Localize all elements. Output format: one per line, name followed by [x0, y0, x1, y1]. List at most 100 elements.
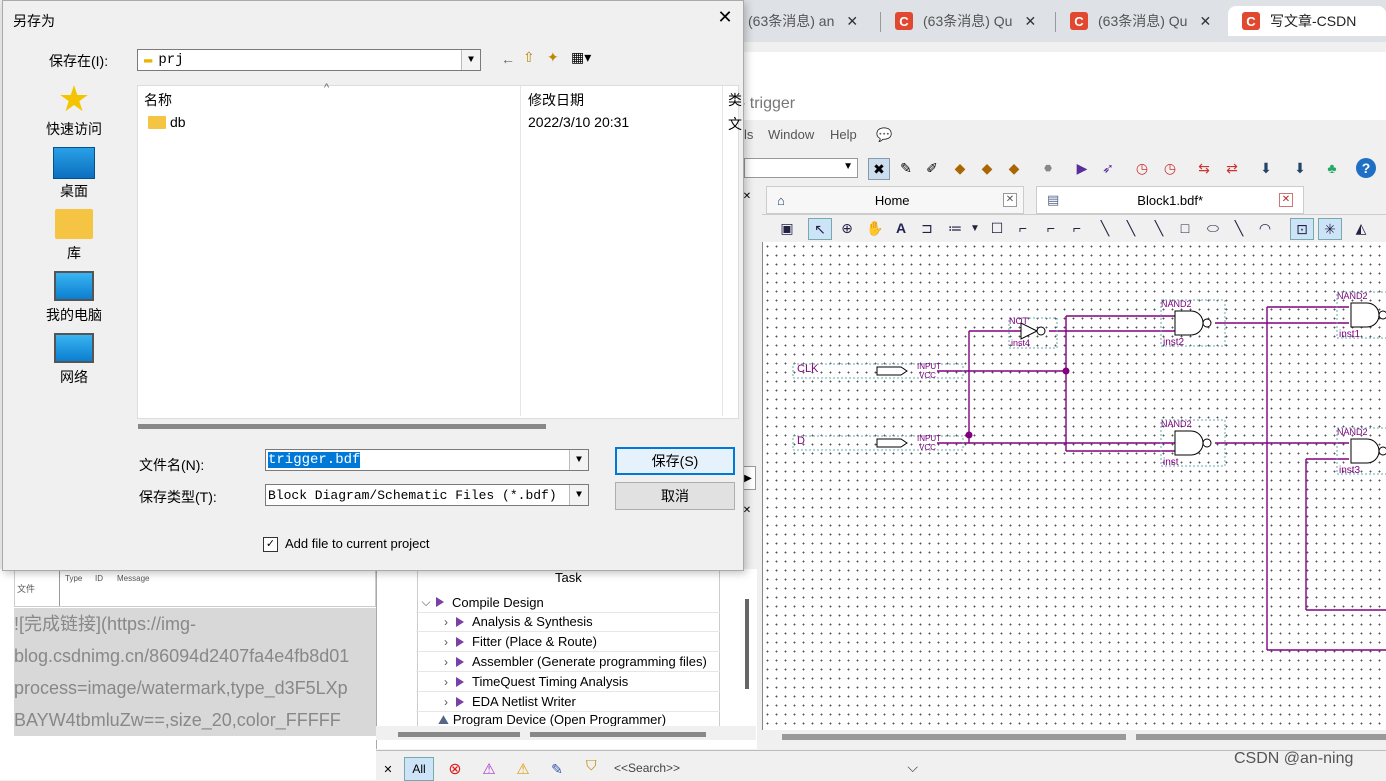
task-fitter[interactable]: › Fitter (Place & Route): [416, 632, 720, 652]
orthogonal-bus-icon[interactable]: ⌐: [1040, 218, 1062, 238]
chevron-down-icon[interactable]: ▼: [964, 218, 986, 238]
menu-window[interactable]: Window: [768, 127, 814, 142]
flip-horizontal-icon[interactable]: ◭: [1350, 218, 1372, 238]
assignment-editor-icon[interactable]: ✎: [896, 158, 916, 178]
stop-icon[interactable]: ⬣: [1038, 158, 1058, 178]
cancel-button[interactable]: 取消: [615, 482, 735, 510]
filetype-dropdown[interactable]: Block Diagram/Schematic Files (*.bdf) ▼: [265, 484, 589, 506]
chevron-right-icon[interactable]: ›: [436, 615, 456, 629]
help-icon[interactable]: ?: [1356, 158, 1376, 178]
menu-help[interactable]: Help: [830, 127, 857, 142]
programmer-icon[interactable]: ⬇: [1256, 158, 1276, 178]
chip-planner-icon[interactable]: ⇆: [1194, 158, 1214, 178]
chevron-down-icon[interactable]: ⌵: [907, 759, 918, 776]
column-name[interactable]: 名称: [144, 90, 172, 110]
vscroll-thumb[interactable]: [745, 599, 749, 689]
line-tool-icon[interactable]: ╲: [1228, 218, 1250, 238]
chevron-down-icon[interactable]: ⌵: [416, 595, 436, 610]
fitter-chip-icon[interactable]: ◆: [1004, 158, 1024, 178]
close-icon[interactable]: ✕: [1003, 193, 1017, 207]
search-input[interactable]: <<Search>> ⌵: [608, 757, 924, 779]
detach-window-icon[interactable]: ▣: [776, 218, 798, 238]
add-to-project-checkbox[interactable]: ✓: [263, 537, 278, 552]
rubberbanding-icon[interactable]: ✳: [1318, 218, 1342, 240]
scroll-thumb[interactable]: [1136, 734, 1386, 740]
add-to-project-label[interactable]: Add file to current project: [285, 536, 430, 551]
save-in-dropdown[interactable]: ▬ prj ▼: [137, 49, 481, 71]
suppress-icon[interactable]: ✎: [544, 757, 570, 781]
browser-tab[interactable]: (63条消息) an ✕: [748, 6, 858, 36]
close-icon[interactable]: ✕: [1024, 13, 1036, 30]
analysis-chip-icon[interactable]: ◆: [977, 158, 997, 178]
design-space-icon[interactable]: ♣: [1322, 158, 1342, 178]
scroll-thumb[interactable]: [530, 732, 706, 737]
diagonal-bus-icon[interactable]: ╲: [1120, 218, 1142, 238]
filter-funnel-icon[interactable]: ⛉: [586, 757, 597, 774]
task-compile-design[interactable]: ⌵ Compile Design: [416, 592, 720, 613]
timequest-icon[interactable]: ◷: [1160, 158, 1180, 178]
place-quick-access[interactable]: ★ 快速访问: [19, 79, 129, 139]
block-tool-icon[interactable]: ☐: [986, 218, 1008, 238]
compile-chip-icon[interactable]: ◆: [950, 158, 970, 178]
up-folder-icon[interactable]: ⇧: [523, 49, 535, 66]
close-icon[interactable]: ✕: [379, 757, 397, 781]
task-program-device[interactable]: ⛰ Program Device (Open Programmer): [438, 712, 720, 726]
chevron-right-icon[interactable]: ›: [436, 655, 456, 669]
filter-all-button[interactable]: All: [404, 757, 434, 781]
scroll-thumb[interactable]: [398, 732, 520, 737]
scroll-thumb[interactable]: [782, 734, 1126, 740]
list-item[interactable]: db 2022/3/10 20:31 文: [138, 112, 742, 134]
arc-tool-icon[interactable]: ◠: [1254, 218, 1276, 238]
chevron-down-icon[interactable]: ▼: [569, 450, 588, 470]
settings-wand-icon[interactable]: ✐: [922, 158, 942, 178]
menu-tools[interactable]: ls: [744, 127, 753, 142]
start-analysis-icon[interactable]: ➶: [1098, 158, 1118, 178]
chevron-right-icon[interactable]: ›: [436, 635, 456, 649]
conduit-tool-icon[interactable]: ⌐: [1066, 218, 1088, 238]
task-timequest[interactable]: › TimeQuest Timing Analysis: [416, 672, 720, 692]
place-library[interactable]: 库: [19, 209, 129, 263]
close-icon[interactable]: ✕: [1279, 193, 1293, 207]
text-tool-icon[interactable]: A: [890, 218, 912, 238]
warning-filter-icon[interactable]: ⚠: [510, 757, 536, 781]
partial-line-select-icon[interactable]: ⊡: [1290, 218, 1314, 240]
chevron-right-icon[interactable]: ›: [436, 695, 456, 709]
new-folder-icon[interactable]: ✦: [547, 49, 559, 66]
view-menu-icon[interactable]: ▦▾: [571, 49, 591, 66]
close-icon[interactable]: ✕: [1199, 13, 1211, 30]
markdown-editor-text[interactable]: ![完成链接](https://img- blog.csdnimg.cn/860…: [14, 608, 376, 736]
column-type[interactable]: 类: [728, 90, 742, 110]
symbol-tool-icon[interactable]: ⊐: [916, 218, 938, 238]
zoom-tool-icon[interactable]: ⊕: [836, 218, 858, 238]
tasks-hscrollbar[interactable]: [376, 726, 756, 740]
pin-tool-icon[interactable]: ≔: [944, 218, 966, 238]
place-network[interactable]: 网络: [19, 333, 129, 387]
ellipse-tool-icon[interactable]: ⬭: [1202, 218, 1224, 238]
rtl-viewer-icon[interactable]: ⇄: [1222, 158, 1242, 178]
task-assembler[interactable]: › Assembler (Generate programming files): [416, 652, 720, 672]
canvas-hscrollbar[interactable]: [762, 730, 1386, 744]
schematic-canvas[interactable]: CLK INPUT VCC D INPUT VCC NOT inst4 NAND…: [762, 242, 1386, 730]
hand-tool-icon[interactable]: ✋: [864, 218, 886, 238]
entity-dropdown[interactable]: ▼: [744, 158, 858, 178]
start-compilation-icon[interactable]: ▶: [1072, 158, 1092, 178]
filename-input[interactable]: trigger.bdf ▼: [265, 449, 589, 471]
diagonal-conduit-icon[interactable]: ╲: [1148, 218, 1170, 238]
tab-block1[interactable]: ▤ Block1.bdf* ✕: [1036, 186, 1304, 214]
browser-tab[interactable]: C (63条消息) Qu ✕: [1070, 6, 1211, 36]
timing-analyzer-icon[interactable]: ◷: [1132, 158, 1152, 178]
place-desktop[interactable]: 桌面: [19, 147, 129, 201]
back-arrow-icon[interactable]: ←: [501, 51, 515, 67]
task-analysis-synthesis[interactable]: › Analysis & Synthesis: [416, 612, 720, 632]
place-this-pc[interactable]: 我的电脑: [19, 271, 129, 325]
file-list[interactable]: ^ 名称 修改日期 类 db 2022/3/10 20:31 文: [137, 82, 742, 429]
rectangle-tool-icon[interactable]: □: [1174, 218, 1196, 238]
pin-planner-icon[interactable]: ✖: [868, 158, 890, 180]
help-balloon-icon[interactable]: 💬: [876, 127, 892, 143]
hscroll-thumb[interactable]: [138, 424, 546, 429]
error-filter-icon[interactable]: ⊗: [442, 757, 468, 781]
chevron-right-icon[interactable]: ›: [436, 675, 456, 689]
close-icon[interactable]: ✕: [715, 7, 735, 28]
save-button[interactable]: 保存(S): [615, 447, 735, 475]
selection-tool-icon[interactable]: ↖: [808, 218, 832, 240]
